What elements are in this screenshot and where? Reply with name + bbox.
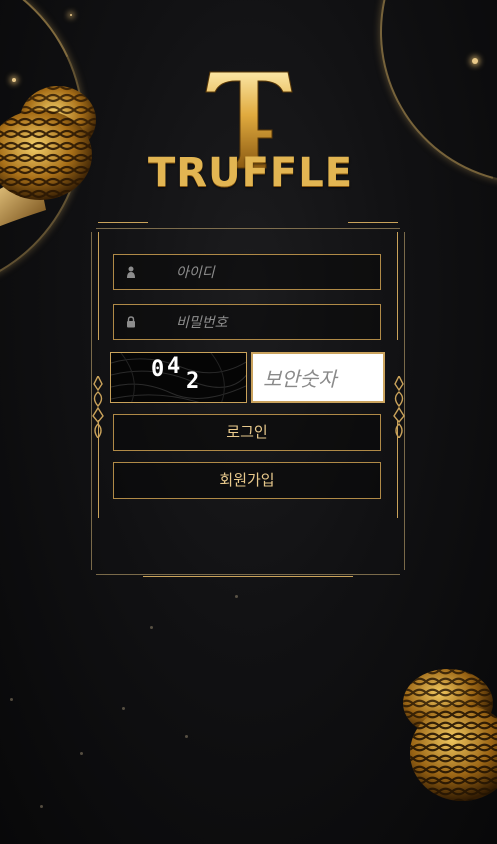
login-button[interactable]: 로그인 [113, 414, 381, 451]
ornament-left [92, 376, 104, 438]
security-number-field[interactable] [251, 352, 385, 403]
password-input[interactable] [174, 305, 378, 341]
id-input[interactable] [174, 255, 378, 291]
ornament-right [393, 376, 405, 438]
user-icon [127, 266, 135, 278]
captcha-digit: 4 [167, 354, 181, 379]
signup-button[interactable]: 회원가입 [113, 462, 381, 499]
captcha-image[interactable]: 0 4 2 [110, 352, 247, 403]
dust-particle [80, 752, 83, 755]
sparkle [472, 58, 478, 64]
lock-icon [127, 316, 135, 328]
dust-particle [40, 805, 43, 808]
dust-particle [150, 626, 153, 629]
security-number-input[interactable] [261, 354, 383, 403]
sparkle [70, 14, 72, 16]
truffle-image-top-left [0, 86, 96, 227]
captcha-digit: 0 [151, 357, 165, 382]
dust-particle [185, 735, 188, 738]
captcha-digits: 0 4 2 [111, 353, 246, 402]
decorative-arc-right [324, 0, 497, 240]
id-field[interactable] [113, 254, 381, 291]
login-screen: TRUFFLE 아이디 0 4 2 보안숫자 로그인 회원가입 [0, 0, 497, 844]
brand-name: TRUFFLE [148, 150, 354, 196]
dust-particle [10, 698, 13, 701]
truffle-image-bottom-right [403, 669, 497, 801]
dust-particle [122, 707, 125, 710]
dust-particle [235, 595, 238, 598]
captcha-digit: 2 [186, 369, 200, 394]
password-field[interactable] [113, 304, 381, 341]
